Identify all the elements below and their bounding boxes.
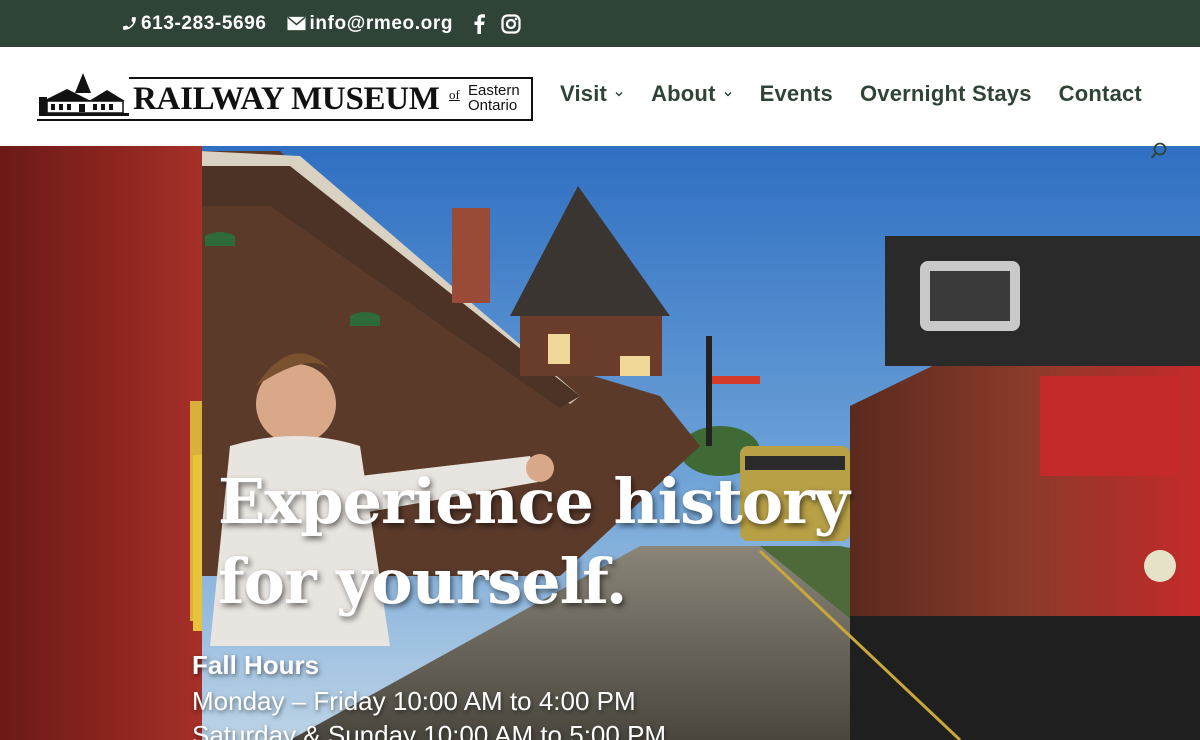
instagram-link[interactable] [501, 13, 521, 34]
logo-title: RAILWAY MUSEUM [133, 81, 440, 117]
facebook-icon [474, 13, 486, 34]
nav-item-overnight-stays[interactable]: Overnight Stays [860, 81, 1032, 107]
station-illustration [37, 73, 129, 119]
hours-weekend: Saturday & Sunday 10:00 AM to 5:00 PM [192, 720, 667, 740]
nav-item-contact[interactable]: Contact [1059, 81, 1142, 107]
logo-of: of [449, 87, 460, 102]
main-nav: Visit About Events Overnight Stays Conta… [560, 81, 1142, 107]
facebook-link[interactable] [473, 13, 486, 34]
nav-item-visit[interactable]: Visit [560, 81, 624, 107]
phone-icon [123, 17, 136, 30]
envelope-icon [286, 16, 306, 31]
nav-item-about[interactable]: About [651, 81, 733, 107]
hero-photo [0, 146, 1200, 740]
hours-title: Fall Hours [192, 650, 320, 680]
site-logo[interactable]: RAILWAY MUSEUM of Eastern Ontario [37, 71, 533, 121]
phone-link[interactable]: 613-283-5696 [121, 13, 267, 35]
hours-weekday: Monday – Friday 10:00 AM to 4:00 PM [192, 686, 636, 716]
nav-item-label: Events [759, 81, 833, 106]
nav-item-label: Visit [560, 81, 608, 106]
nav-item-label: About [651, 81, 716, 106]
email-link[interactable]: info@rmeo.org [286, 12, 454, 35]
nav-item-label: Overnight Stays [859, 81, 1032, 106]
hero-banner: Experience history for yourself. Fall Ho… [0, 146, 1200, 740]
hero-heading: Experience history for yourself. [218, 465, 850, 618]
chevron-down-icon [724, 91, 732, 97]
instagram-icon [501, 13, 521, 34]
email-address: info@rmeo.org [309, 12, 454, 34]
site-header: RAILWAY MUSEUM of Eastern Ontario Visit … [0, 47, 1200, 146]
nav-item-events[interactable]: Events [760, 81, 833, 107]
logo-subtitle-ontario: Ontario [468, 97, 518, 114]
chevron-down-icon [615, 91, 623, 97]
search-icon[interactable] [1150, 142, 1168, 160]
top-contact-bar: 613-283-5696 info@rmeo.org [0, 0, 1200, 47]
logo-subtitle-eastern: Eastern [468, 82, 520, 99]
heading-accent-bar [193, 455, 202, 631]
phone-number: 613-283-5696 [141, 12, 267, 34]
nav-item-label: Contact [1058, 81, 1142, 106]
